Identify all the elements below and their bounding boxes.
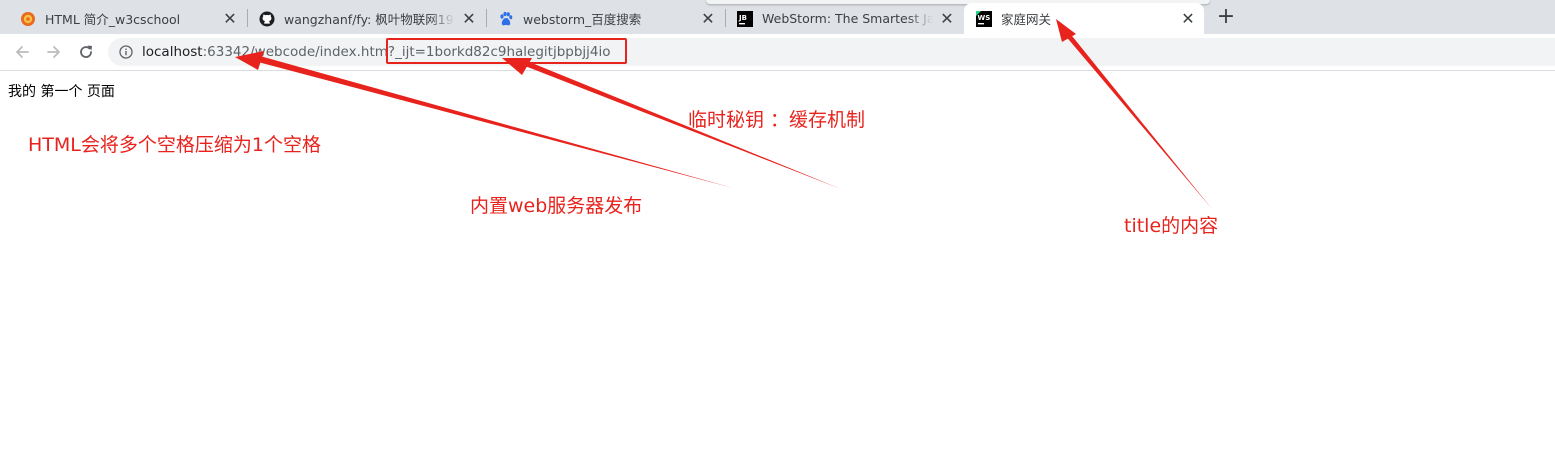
- tab-jetbrains[interactable]: JB WebStorm: The Smartest JavaScript ✕: [725, 3, 963, 34]
- forward-button[interactable]: [43, 41, 65, 63]
- jetbrains-icon: JB: [737, 10, 753, 27]
- github-icon: [259, 11, 275, 27]
- arrow-right-icon: [47, 46, 60, 58]
- tab-strip: HTML 简介_w3cschool ✕ wangzhanf/fy: 枫叶物联网1…: [0, 0, 1555, 34]
- tab-title: webstorm_百度搜索: [523, 12, 642, 27]
- close-icon[interactable]: ✕: [939, 10, 955, 27]
- close-icon[interactable]: ✕: [461, 10, 477, 27]
- close-icon[interactable]: ✕: [222, 10, 238, 27]
- annotation-builtin-server: 内置web服务器发布: [470, 195, 643, 217]
- browser-toolbar: localhost:63342/webcode/index.htm?_ijt=1…: [0, 34, 1555, 71]
- info-icon[interactable]: [118, 44, 134, 60]
- annotation-temp-key: 临时秘钥 ：缓存机制: [688, 109, 866, 131]
- tab-w3cschool[interactable]: HTML 简介_w3cschool ✕: [8, 3, 246, 34]
- tab-baidu[interactable]: webstorm_百度搜索 ✕: [486, 3, 724, 34]
- tab-github[interactable]: wangzhanf/fy: 枫叶物联网19 ✕: [247, 3, 485, 34]
- webstorm-icon: WS: [976, 10, 992, 27]
- svg-text:WS: WS: [978, 14, 991, 22]
- close-icon[interactable]: ✕: [1180, 10, 1196, 27]
- url-path: /webcode/index.htm: [250, 44, 388, 60]
- svg-text:JB: JB: [738, 14, 747, 22]
- back-button[interactable]: [11, 41, 33, 63]
- close-icon[interactable]: ✕: [700, 10, 716, 27]
- tab-active-page[interactable]: WS 家庭网关 ✕: [964, 3, 1204, 34]
- tab-title: wangzhanf/fy: 枫叶物联网19: [284, 12, 454, 27]
- url-host: localhost: [142, 44, 203, 60]
- arrow-to-port: [235, 51, 733, 188]
- annotation-whitespace: HTML会将多个空格压缩为1个空格: [28, 134, 321, 156]
- reload-button[interactable]: [75, 41, 97, 63]
- url-port: :63342: [202, 44, 251, 60]
- annotation-title: title的内容: [1124, 215, 1219, 237]
- baidu-paw-icon: [498, 11, 514, 27]
- query-highlight-box: [386, 38, 627, 64]
- tab-title: WebStorm: The Smartest JavaScript: [762, 11, 933, 26]
- w3cschool-icon: [20, 11, 36, 27]
- arrow-left-icon: [16, 46, 29, 58]
- tab-title: 家庭网关: [1001, 12, 1052, 27]
- reload-icon: [80, 45, 92, 58]
- page-body-text: 我的 第一个 页面: [8, 84, 115, 100]
- tab-title: HTML 简介_w3cschool: [45, 12, 181, 27]
- address-bar[interactable]: localhost:63342/webcode/index.htm?_ijt=1…: [108, 38, 1555, 66]
- new-tab-button[interactable]: +: [1214, 6, 1238, 30]
